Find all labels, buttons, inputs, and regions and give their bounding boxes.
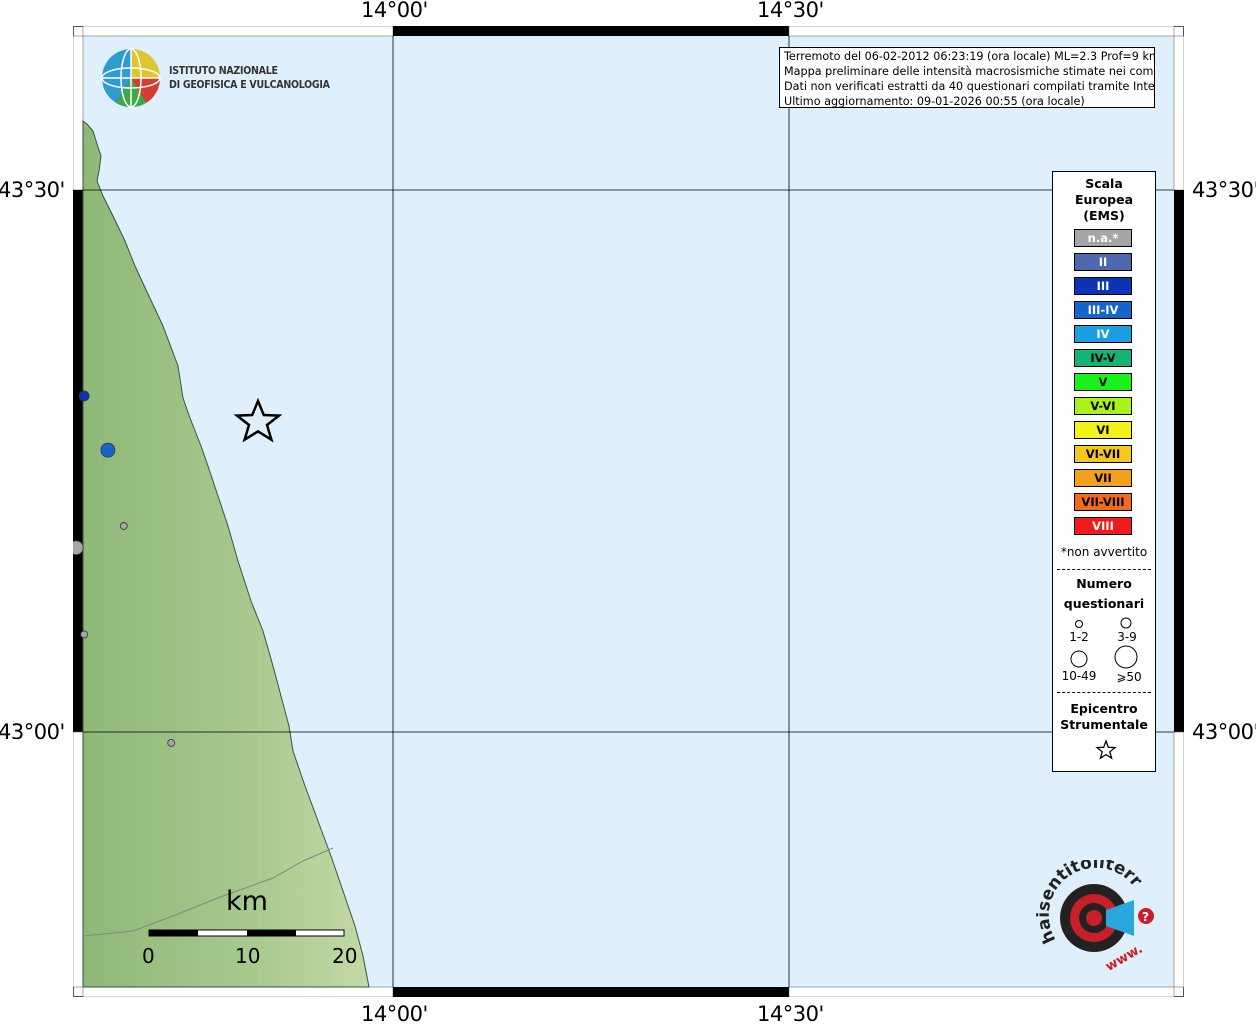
scale-unit-label: km — [226, 886, 268, 917]
count-title-line1: Numero — [1076, 576, 1132, 591]
haisentito-question: ? — [1142, 910, 1149, 924]
event-info-line3: Dati non verificati estratti da 40 quest… — [784, 80, 1155, 93]
event-info-line2: Mappa preliminare delle intensità macros… — [784, 65, 1155, 78]
legend-swatch-viii: VIII — [1074, 517, 1132, 535]
observation-marker-4[interactable] — [119, 522, 128, 530]
scale-bar-graphic — [148, 929, 345, 937]
legend-swatch-iii-iv: III-IV — [1074, 301, 1132, 319]
legend-title-line3: (EMS) — [1083, 208, 1125, 223]
right-tick-43-30: 43°30' — [1192, 178, 1256, 202]
haisentito-logo: haisentitoilterremoto.it ? www. — [1027, 845, 1160, 975]
ingv-globe-icon — [101, 48, 161, 108]
count-symbol-10-49 — [1070, 650, 1088, 668]
legend: Scala Europea (EMS) n.a.* II III III-IV IV IV… — [1052, 171, 1156, 772]
legend-swatch-v-vi: V-VI — [1074, 397, 1132, 415]
count-symbol-1-2 — [1075, 620, 1083, 628]
legend-swatch-vi: VI — [1074, 421, 1132, 439]
observation-marker-5[interactable] — [73, 540, 84, 556]
epicenter-star-icon — [1095, 739, 1117, 760]
ingv-logo-line2: DI GEOFISICA E VULCANOLOGIA — [169, 79, 330, 91]
event-info-line4: Ultimo aggiornamento: 09-01-2026 00:55 (… — [784, 95, 1085, 108]
count-title: Numero questionari — [1053, 574, 1155, 614]
top-tick-14-30: 14°30' — [757, 0, 824, 22]
epicenter-title: Epicentro Strumentale — [1053, 701, 1155, 733]
ingv-logo-text: ISTITUTO NAZIONALE DI GEOFISICA E VULCAN… — [169, 64, 330, 92]
observation-marker-2[interactable] — [100, 442, 116, 458]
not-felt-note: *non avvertito — [1060, 545, 1148, 559]
ingv-logo-line1: ISTITUTO NAZIONALE — [169, 65, 278, 77]
right-tick-43-00: 43°00' — [1192, 720, 1256, 744]
bottom-tick-14-30: 14°30' — [757, 1002, 824, 1026]
count-label-1-2: 1-2 — [1069, 630, 1089, 644]
scale-label-20: 20 — [332, 944, 358, 968]
legend-title: Scala Europea (EMS) — [1053, 176, 1155, 224]
legend-swatch-vii: VII — [1074, 469, 1132, 487]
legend-separator-2 — [1057, 692, 1151, 693]
map-frame — [73, 26, 1184, 997]
legend-swatch-vii-viii: VII-VIII — [1074, 493, 1132, 511]
epicenter-title-line1: Epicentro — [1070, 701, 1138, 716]
left-tick-43-30: 43°30' — [0, 178, 65, 202]
count-label-50: ⩾50 — [1116, 670, 1142, 684]
event-info-box: Terremoto del 06-02-2012 06:23:19 (ora l… — [779, 47, 1155, 108]
observation-marker-1[interactable] — [78, 390, 90, 402]
legend-swatch-n-a-: n.a.* — [1074, 229, 1132, 247]
bottom-tick-14-00: 14°00' — [361, 1002, 428, 1026]
count-label-3-9: 3-9 — [1117, 630, 1137, 644]
count-symbol-3-9 — [1120, 617, 1132, 629]
legend-separator — [1057, 569, 1151, 570]
count-title-line2: questionari — [1063, 596, 1145, 611]
legend-title-line1: Scala — [1085, 176, 1123, 191]
legend-swatch-ii: II — [1074, 253, 1132, 271]
top-tick-14-00: 14°00' — [361, 0, 428, 22]
legend-swatch-iv-v: IV-V — [1074, 349, 1132, 367]
epicenter-title-line2: Strumentale — [1060, 717, 1148, 732]
count-symbol-50 — [1114, 645, 1138, 669]
observation-marker-7[interactable] — [167, 738, 176, 747]
ingv-logo — [101, 48, 161, 108]
left-tick-43-00: 43°00' — [0, 720, 65, 744]
event-info-line1: Terremoto del 06-02-2012 06:23:19 (ora l… — [784, 50, 1155, 63]
haisentito-target-icon: haisentitoilterremoto.it ? www. — [1027, 845, 1154, 975]
map-svg — [73, 26, 1184, 997]
scale-label-0: 0 — [142, 944, 155, 968]
legend-swatch-vi-vii: VI-VII — [1074, 445, 1132, 463]
legend-swatch-v: V — [1074, 373, 1132, 391]
legend-title-line2: Europea — [1074, 192, 1134, 207]
legend-swatch-iii: III — [1074, 277, 1132, 295]
observation-marker-6[interactable] — [80, 630, 89, 639]
count-label-10-49: 10-49 — [1061, 669, 1097, 683]
scale-label-10: 10 — [235, 944, 261, 968]
legend-swatch-iv: IV — [1074, 325, 1132, 343]
